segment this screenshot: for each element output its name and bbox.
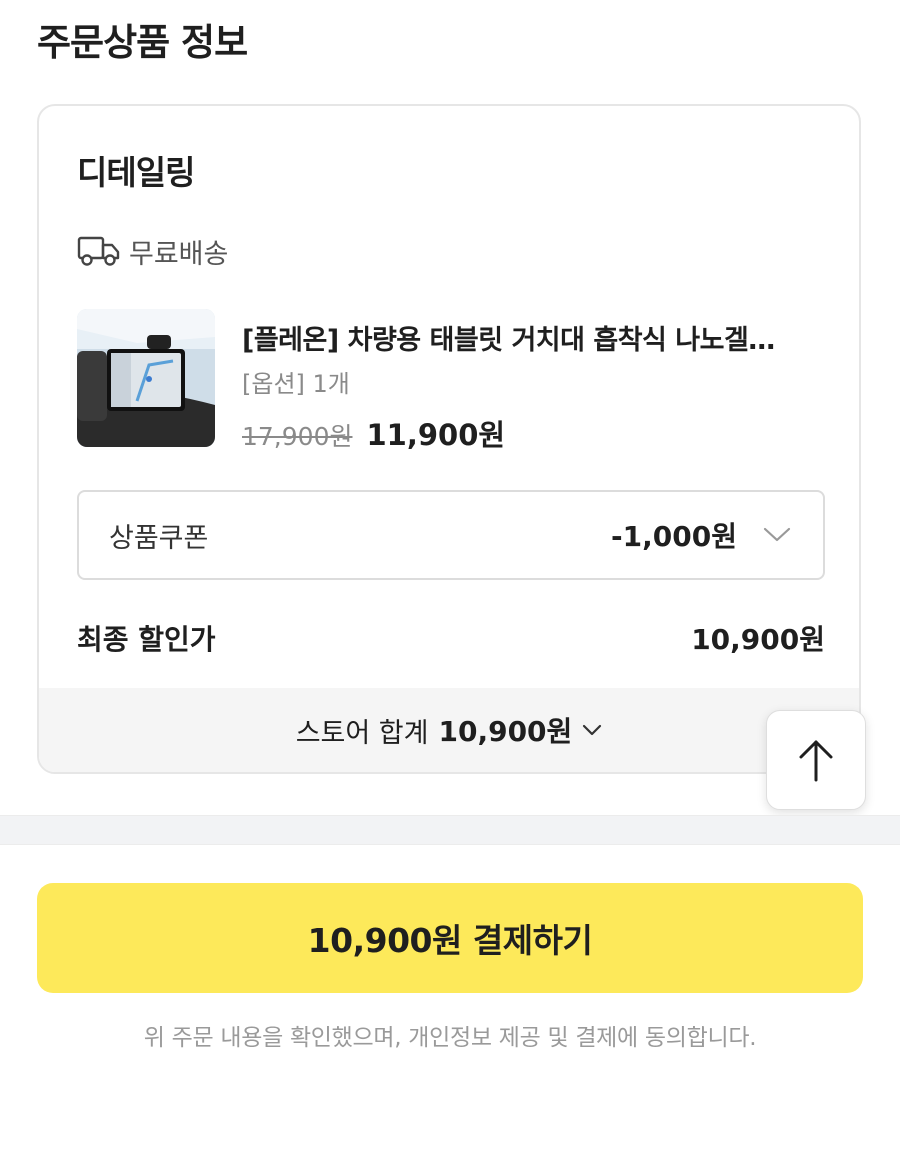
section-title: 주문상품 정보 bbox=[37, 21, 248, 64]
product-option: [옵션] 1개 bbox=[242, 370, 350, 398]
price-row: 17,900원 11,900원 bbox=[242, 412, 505, 454]
truck-icon bbox=[77, 236, 120, 266]
product-name[interactable]: [플레온] 차량용 태블릿 거치대 흡착식 나노겔… bbox=[242, 318, 827, 357]
store-total-label: 스토어 합계 bbox=[295, 717, 429, 749]
agreement-notice: 위 주문 내용을 확인했으며, 개인정보 제공 및 결제에 동의합니다. bbox=[143, 1025, 757, 1051]
store-name[interactable]: 디테일링 bbox=[77, 146, 195, 194]
shipping-info: 무료배송 bbox=[77, 234, 229, 270]
shipping-label: 무료배송 bbox=[129, 238, 229, 270]
original-price: 17,900원 bbox=[242, 422, 353, 451]
section-divider bbox=[0, 815, 900, 845]
sale-price: 11,900원 bbox=[366, 418, 506, 452]
store-total-value: 10,900원 bbox=[438, 715, 573, 748]
chevron-down-icon bbox=[763, 527, 791, 542]
coupon-value-group: -1,000원 bbox=[611, 515, 791, 555]
coupon-value: -1,000원 bbox=[611, 520, 737, 553]
pay-button[interactable]: 10,900원 결제하기 bbox=[37, 883, 863, 993]
scroll-to-top-button[interactable] bbox=[766, 710, 866, 810]
final-price-value: 10,900원 bbox=[691, 623, 825, 656]
arrow-up-icon bbox=[799, 740, 833, 782]
chevron-down-icon bbox=[583, 724, 602, 736]
store-card: 디테일링 무료배송 [플레온] 차량용 태블릿 거치대 흡착식 나노겔… [옵션… bbox=[37, 104, 861, 774]
coupon-selector[interactable]: 상품쿠폰 -1,000원 bbox=[77, 490, 825, 580]
final-price-label: 최종 할인가 bbox=[77, 623, 216, 656]
store-total-toggle[interactable]: 스토어 합계 10,900원 bbox=[39, 688, 859, 772]
coupon-label: 상품쿠폰 bbox=[109, 522, 209, 554]
final-price-row: 최종 할인가 10,900원 bbox=[77, 618, 825, 658]
product-thumbnail[interactable] bbox=[77, 309, 215, 447]
